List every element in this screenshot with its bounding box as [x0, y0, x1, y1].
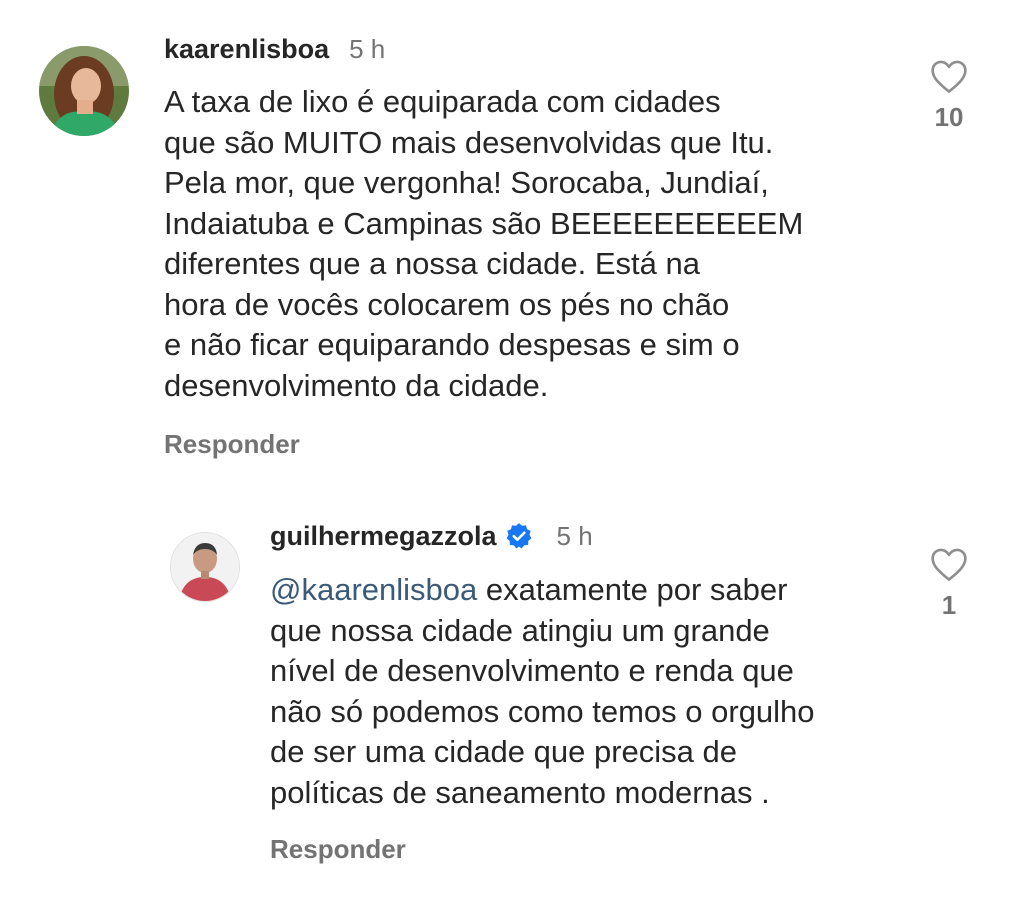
avatar[interactable]: [39, 46, 129, 136]
heart-outline-icon[interactable]: [929, 546, 969, 582]
like-control: 1: [919, 546, 979, 621]
reply-button[interactable]: Responder: [164, 429, 300, 460]
username[interactable]: kaarenlisboa: [164, 34, 329, 65]
reply-button[interactable]: Responder: [270, 834, 406, 865]
comment-text: @kaarenlisboa exatamente por saber que n…: [270, 570, 815, 813]
comment-line-rest: exatamente por saber: [477, 572, 788, 607]
comment-line: Indaiatuba e Campinas são BEEEEEEEEEEM: [164, 205, 804, 241]
comment-line: diferentes que a nossa cidade. Está na: [164, 246, 700, 281]
mention-link[interactable]: @kaarenlisboa: [270, 572, 477, 607]
comment-text: A taxa de lixo é equiparada com cidades …: [164, 82, 803, 406]
username[interactable]: guilhermegazzola: [270, 521, 497, 552]
profile-photo-woman: [39, 46, 129, 136]
comment-line: @kaarenlisboa exatamente por saber: [270, 570, 815, 611]
comment-line: desenvolvimento da cidade.: [164, 367, 549, 403]
like-count: 10: [934, 102, 964, 132]
comment-line: nível de desenvolvimento e renda que: [270, 653, 794, 688]
comment-line: de ser uma cidade que precisa de: [270, 734, 738, 769]
timestamp: 5 h: [556, 520, 593, 551]
comment-line: políticas de saneamento modernas .: [270, 774, 770, 810]
comment-line: A taxa de lixo é equiparada com cidades: [164, 84, 721, 119]
like-control: 10: [919, 58, 979, 133]
comment-line: não só podemos como temos o orgulho: [270, 693, 815, 729]
heart-outline-icon[interactable]: [929, 58, 969, 94]
comment-line: que são MUITO mais desenvolvidas que Itu…: [164, 124, 774, 160]
comment-guilhermegazzola: guilhermegazzola 5 h @kaarenlisboa exata…: [0, 480, 1024, 897]
like-count: 1: [941, 590, 957, 620]
profile-photo-man: [171, 533, 239, 601]
comment-line: Pela mor, que vergonha! Sorocaba, Jundia…: [164, 165, 769, 200]
timestamp: 5 h: [349, 33, 386, 64]
verified-badge-icon: [505, 522, 533, 550]
comment-kaarenlisboa: kaarenlisboa 5 h A taxa de lixo é equipa…: [0, 0, 1024, 480]
comment-line: hora de vocês colocarem os pés no chão: [164, 286, 730, 322]
comment-line: que nossa cidade atingiu um grande: [270, 612, 770, 648]
avatar[interactable]: [170, 532, 240, 602]
comment-line: e não ficar equiparando despesas e sim o: [164, 327, 740, 362]
